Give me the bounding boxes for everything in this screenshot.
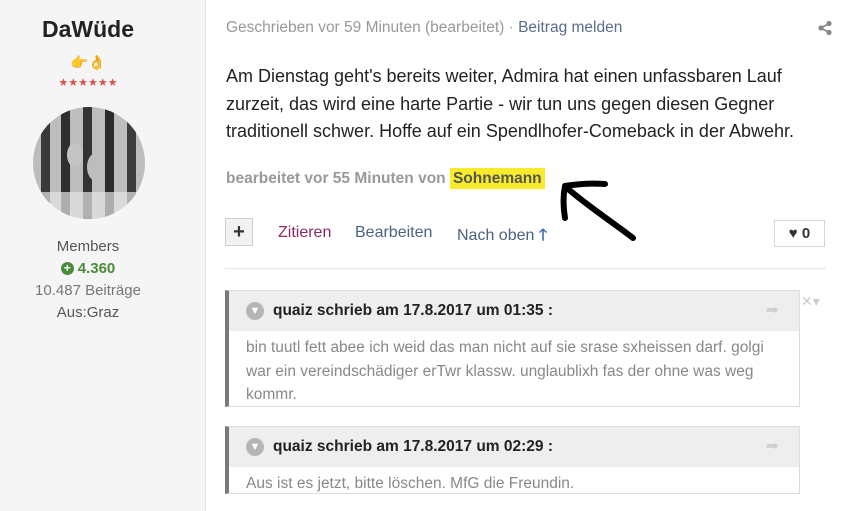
report-link[interactable]: Beitrag melden	[518, 19, 622, 36]
author-name[interactable]: DaWüde	[0, 16, 176, 43]
member-group: Members	[56, 238, 120, 255]
share-icon[interactable]	[817, 20, 833, 36]
close-icon[interactable]: ✕▾	[801, 293, 820, 310]
forward-icon[interactable]: ➦	[766, 291, 779, 331]
back-to-top-link[interactable]: Nach oben 🡑	[457, 224, 547, 251]
like-button[interactable]: ♥ 0	[774, 220, 825, 247]
chevron-down-icon[interactable]: ▼	[246, 438, 264, 456]
post-content: Am Dienstag geht's bereits weiter, Admir…	[226, 66, 794, 141]
like-count: 0	[801, 225, 811, 242]
post-time: Geschrieben vor 59 Minuten (bearbeitet)	[226, 19, 505, 36]
quote-citation: quaiz schrieb am 17.8.2017 um 01:35 :	[273, 302, 553, 319]
quote-text: bin tuutl fett abee ich weid das man nic…	[246, 339, 764, 403]
editor-name[interactable]: Sohnemann	[449, 168, 545, 189]
edited-notice: bearbeitet vor 55 Minuten von Sohnemann	[226, 168, 545, 189]
chevron-down-icon[interactable]: ▼	[246, 302, 264, 320]
reputation-value: 4.360	[77, 260, 116, 277]
edited-prefix: bearbeitet vor 55 Minuten von	[226, 170, 446, 187]
rank-stars: ★★★★★★	[58, 77, 118, 89]
quote-header: ▼ quaiz schrieb am 17.8.2017 um 02:29 : …	[229, 427, 799, 467]
quote-text: Aus ist es jetzt, bitte löschen. MfG die…	[246, 475, 575, 492]
quote-button[interactable]: Zitieren	[278, 224, 331, 242]
author-sidebar: DaWüde 👉👌 ★★★★★★ Members +4.360 10.487 B…	[0, 0, 206, 511]
heart-icon: ♥	[788, 225, 798, 242]
author-origin: Aus:Graz	[56, 304, 120, 321]
author-emoji: 👉👌	[70, 54, 106, 70]
avatar-image	[33, 107, 145, 219]
edit-button[interactable]: Bearbeiten	[355, 224, 432, 242]
avatar[interactable]	[33, 107, 145, 219]
post-count: 10.487 Beiträge	[35, 282, 141, 299]
quote-header: ▼ quaiz schrieb am 17.8.2017 um 01:35 : …	[229, 291, 799, 331]
annotation-arrow	[560, 180, 636, 241]
forward-icon[interactable]: ➦	[766, 427, 779, 467]
meta-separator: ·	[508, 19, 514, 36]
plus-icon: +	[60, 262, 74, 275]
quote-block: ▼ quaiz schrieb am 17.8.2017 um 02:29 : …	[225, 426, 800, 494]
quote-block: ▼ quaiz schrieb am 17.8.2017 um 01:35 : …	[225, 290, 800, 407]
quote-citation: quaiz schrieb am 17.8.2017 um 02:29 :	[273, 438, 553, 455]
divider	[225, 268, 826, 269]
reputation: +4.360	[0, 260, 176, 277]
post-meta: Geschrieben vor 59 Minuten (bearbeitet) …	[226, 19, 622, 37]
back-to-top-label: Nach oben	[457, 227, 535, 244]
multiquote-button[interactable]: +	[225, 218, 253, 246]
arrow-up-icon: 🡑	[538, 227, 548, 244]
